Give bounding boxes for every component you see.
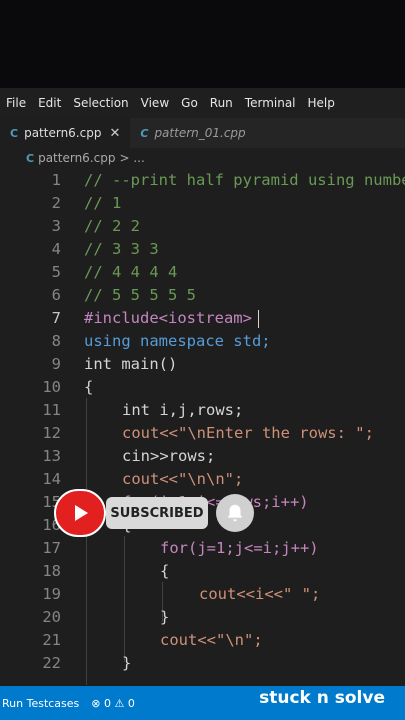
line-number: 3 (51, 217, 61, 235)
breadcrumb-separator: > ... (119, 151, 145, 165)
line-number: 15 (42, 493, 61, 511)
bell-icon-shape (227, 504, 243, 522)
code-text: #include<iostream> (84, 309, 252, 327)
line-number: 18 (42, 562, 61, 580)
tab-pattern-01[interactable]: C pattern_01.cpp (130, 118, 255, 148)
code-text: cout<<i<<" "; (199, 585, 321, 603)
code-text: cout<<"\nEnter the rows: "; (122, 424, 374, 442)
code-line: 20} (0, 606, 405, 629)
breadcrumb: C pattern6.cpp > ... (0, 148, 405, 168)
tab-label: pattern6.cpp (24, 126, 102, 140)
video-top-bar (0, 0, 405, 88)
code-text: // --print half pyramid using numbers (84, 171, 405, 189)
close-icon[interactable]: ✕ (109, 126, 120, 141)
code-line: 10 { (0, 376, 405, 399)
menu-edit[interactable]: Edit (32, 96, 67, 110)
line-number: 14 (42, 470, 61, 488)
line-number: 13 (42, 447, 61, 465)
code-line: 12 cout<<"\nEnter the rows: "; (0, 422, 405, 445)
code-text: cout<<"\n\n"; (122, 470, 244, 488)
line-number: 22 (42, 654, 61, 672)
line-number: 2 (51, 194, 61, 212)
cpp-file-icon: C (26, 151, 35, 165)
code-line: 14 cout<<"\n\n"; (0, 468, 405, 491)
menu-help[interactable]: Help (302, 96, 341, 110)
code-text: for(j=1;j<=i;j++) (160, 539, 319, 557)
menu-bar: File Edit Selection View Go Run Terminal… (0, 88, 405, 118)
menu-go[interactable]: Go (175, 96, 204, 110)
menu-selection[interactable]: Selection (67, 96, 134, 110)
bell-icon[interactable] (216, 494, 254, 532)
code-line: 5 // 4 4 4 4 (0, 261, 405, 284)
line-number: 1 (51, 171, 61, 189)
code-line: 18 { (0, 560, 405, 583)
code-line: 3 // 2 2 (0, 215, 405, 238)
menu-view[interactable]: View (135, 96, 175, 110)
line-number: 5 (51, 263, 61, 281)
code-line: 6 // 5 5 5 5 5 (0, 284, 405, 307)
line-number: 12 (42, 424, 61, 442)
subscribed-button[interactable]: SUBSCRIBED (106, 497, 208, 529)
tab-label: pattern_01.cpp (154, 126, 246, 140)
code-text: int main() (84, 355, 178, 373)
code-text: cout<<"\n"; (160, 631, 263, 649)
code-text: } (122, 654, 132, 672)
line-number: 19 (42, 585, 61, 603)
code-line: 9 int main() (0, 353, 405, 376)
code-text: using namespace std; (84, 332, 271, 350)
play-icon (75, 505, 88, 521)
code-text: cin>>rows; (122, 447, 216, 465)
run-testcases-button[interactable]: Run Testcases (2, 697, 79, 710)
line-number: 20 (42, 608, 61, 626)
code-line: 1 // --print half pyramid using numbers (0, 169, 405, 192)
line-number: 6 (51, 286, 61, 304)
code-line: 7 #include<iostream> (0, 307, 405, 330)
tab-pattern6[interactable]: C pattern6.cpp ✕ (0, 118, 131, 148)
line-number: 17 (42, 539, 61, 557)
code-text: { (84, 378, 94, 396)
cpp-file-icon: C (140, 126, 149, 140)
line-number: 11 (42, 401, 61, 419)
code-editor[interactable]: 1 // --print half pyramid using numbers 2… (0, 168, 405, 686)
youtube-logo-icon[interactable] (54, 489, 106, 537)
code-line: 8 using namespace std; (0, 330, 405, 353)
code-text: // 2 2 (84, 217, 140, 235)
line-number: 16 (42, 516, 61, 534)
code-line: 17 for(j=1;j<=i;j++) (0, 537, 405, 560)
menu-file[interactable]: File (0, 96, 32, 110)
code-line: 19 cout<<i<<" "; (0, 583, 405, 606)
line-number: 8 (51, 332, 61, 350)
code-line: 4 // 3 3 3 (0, 238, 405, 261)
line-number: 10 (42, 378, 61, 396)
code-text: { (160, 562, 170, 580)
code-line: 22} (0, 652, 405, 675)
breadcrumb-file[interactable]: pattern6.cpp (38, 151, 115, 165)
line-number: 4 (51, 240, 61, 258)
cpp-file-icon: C (10, 126, 19, 140)
code-text: // 3 3 3 (84, 240, 159, 258)
line-number: 9 (51, 355, 61, 373)
code-line: 21 cout<<"\n"; (0, 629, 405, 652)
code-text: // 1 (84, 194, 122, 212)
code-line: 11 int i,j,rows; (0, 399, 405, 422)
code-line: 2 // 1 (0, 192, 405, 215)
line-number: 21 (42, 631, 61, 649)
editor-tabs: C pattern6.cpp ✕ C pattern_01.cpp (0, 118, 405, 148)
line-number: 7 (51, 309, 61, 327)
code-text: } (160, 608, 170, 626)
code-text: int i,j,rows; (122, 401, 244, 419)
menu-run[interactable]: Run (204, 96, 239, 110)
problems-indicator[interactable]: ⊗ 0 ⚠ 0 (91, 697, 135, 710)
channel-watermark: stuck n solve (259, 688, 385, 708)
code-text: // 5 5 5 5 5 (84, 286, 196, 304)
code-line: 13 cin>>rows; (0, 445, 405, 468)
text-cursor (258, 310, 259, 328)
menu-terminal[interactable]: Terminal (239, 96, 302, 110)
code-text: // 4 4 4 4 (84, 263, 178, 281)
